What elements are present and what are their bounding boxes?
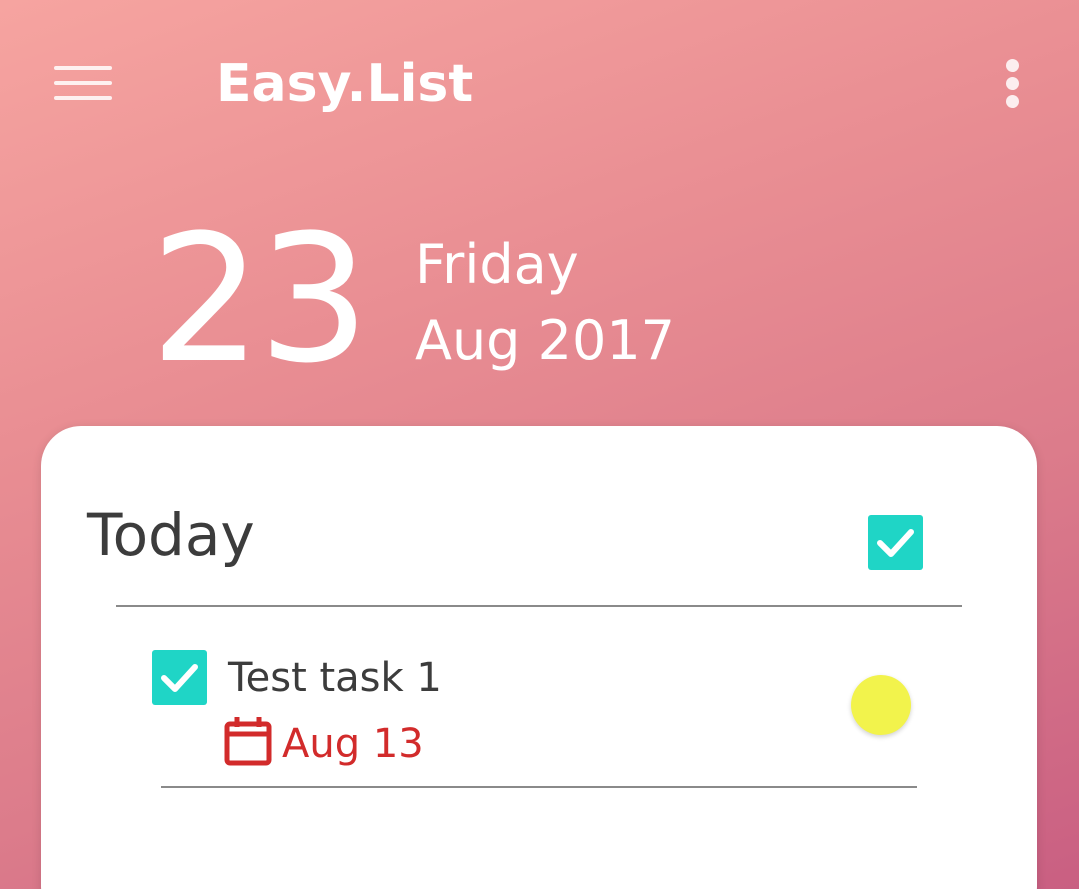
calendar-icon [224, 717, 272, 766]
date-weekday: Friday [415, 233, 579, 296]
menu-line [54, 96, 112, 100]
app-title: Easy.List [216, 54, 474, 114]
menu-line [54, 66, 112, 70]
date-month-year: Aug 2017 [415, 309, 676, 372]
check-icon [161, 664, 198, 692]
section-title: Today [87, 501, 255, 569]
app-screen: Easy.List 23 Friday Aug 2017 Today Test … [0, 0, 1079, 889]
date-day-number: 23 [150, 197, 370, 402]
check-icon [877, 529, 914, 557]
section-divider [116, 605, 962, 607]
menu-icon[interactable] [54, 62, 112, 104]
overflow-dot [1006, 95, 1019, 108]
priority-dot[interactable] [851, 675, 911, 735]
more-vert-icon[interactable] [994, 56, 1032, 112]
overflow-dot [1006, 59, 1019, 72]
menu-line [54, 81, 112, 85]
task-title: Test task 1 [228, 655, 442, 701]
task-checkbox[interactable] [152, 650, 207, 705]
overflow-dot [1006, 77, 1019, 90]
task-divider [161, 786, 917, 788]
task-list-card: Today Test task 1 Aug 13 [41, 426, 1037, 889]
section-checkbox[interactable] [868, 515, 923, 570]
task-due-date: Aug 13 [282, 721, 424, 767]
